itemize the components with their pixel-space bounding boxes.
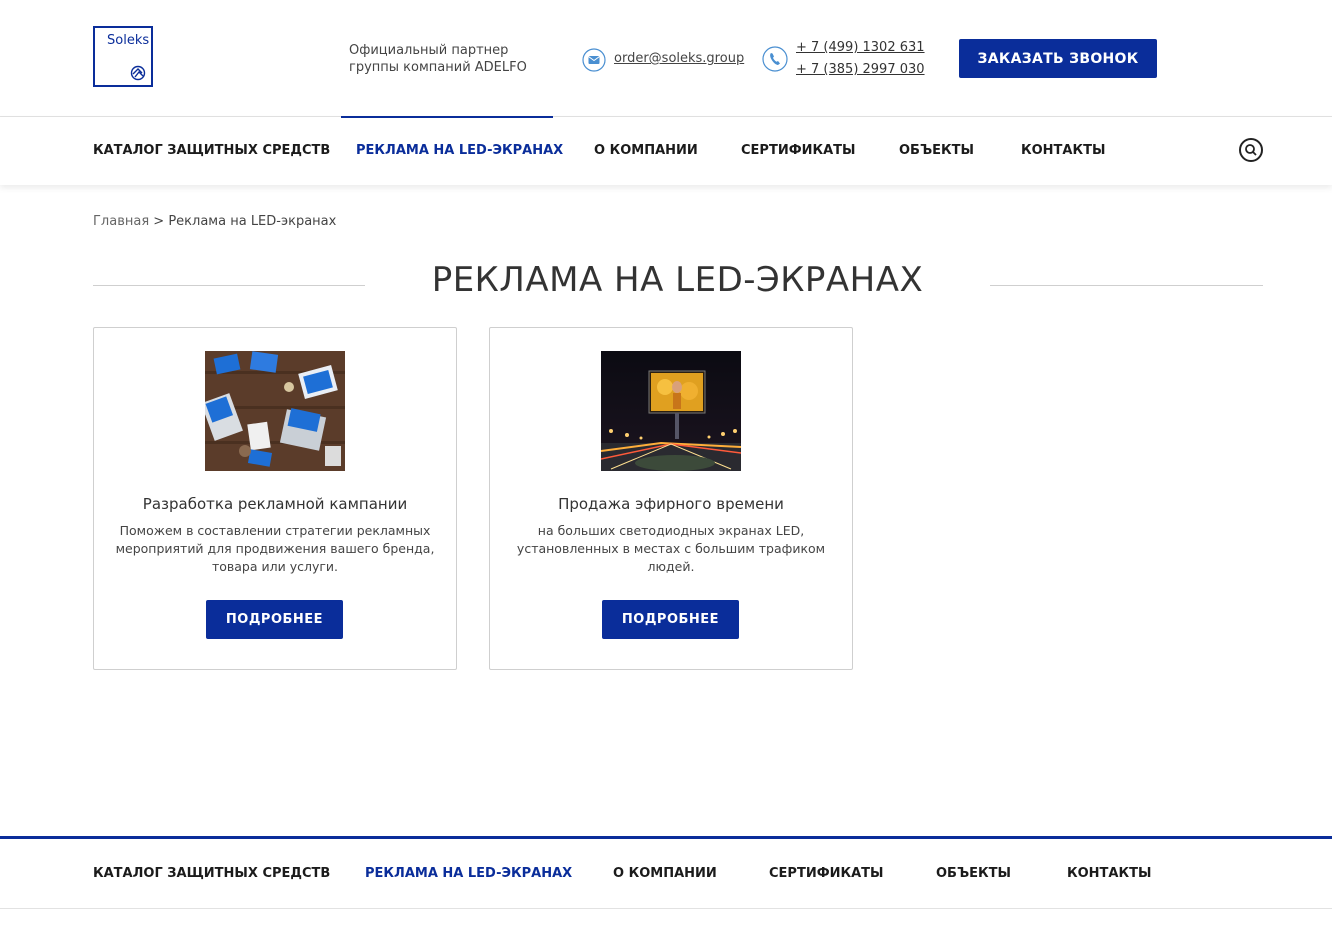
card-image-billboard	[601, 351, 741, 471]
footer-item-led-ads[interactable]: РЕКЛАМА НА LED-ЭКРАНАХ	[365, 866, 572, 881]
site-header: Soleks Официальный партнер группы компан…	[0, 0, 1332, 117]
logo-text: Soleks	[107, 33, 150, 48]
breadcrumb-home[interactable]: Главная	[93, 214, 149, 229]
footer-item-catalog[interactable]: КАТАЛОГ ЗАЩИТНЫХ СРЕДСТВ	[93, 866, 330, 881]
order-callback-button[interactable]: ЗАКАЗАТЬ ЗВОНОК	[959, 39, 1157, 78]
card-description: Поможем в составлении стратегии рекламны…	[115, 523, 435, 574]
phone-link-2[interactable]: + 7 (385) 2997 030	[796, 62, 925, 77]
nav-active-indicator	[341, 116, 553, 118]
card-image-laptops	[205, 351, 345, 471]
title-divider-left	[93, 285, 365, 286]
phone-link-1[interactable]: + 7 (499) 1302 631	[796, 40, 925, 55]
breadcrumb-separator: >	[153, 214, 165, 229]
service-card-airtime: Продажа эфирного времени на больших свет…	[489, 327, 853, 670]
nav-item-catalog[interactable]: КАТАЛОГ ЗАЩИТНЫХ СРЕДСТВ	[93, 143, 330, 158]
card-description: на больших светодиодных экранах LED, уст…	[516, 523, 826, 574]
nav-item-led-ads[interactable]: РЕКЛАМА НА LED-ЭКРАНАХ	[356, 143, 563, 158]
footer-item-certificates[interactable]: СЕРТИФИКАТЫ	[769, 866, 884, 881]
main-nav: КАТАЛОГ ЗАЩИТНЫХ СРЕДСТВ РЕКЛАМА НА LED-…	[0, 116, 1332, 185]
service-card-campaign: Разработка рекламной кампании Поможем в …	[93, 327, 457, 670]
nav-item-contacts[interactable]: КОНТАКТЫ	[1021, 143, 1105, 158]
card-title: Продажа эфирного времени	[558, 495, 784, 513]
nav-item-about[interactable]: О КОМПАНИИ	[594, 143, 698, 158]
breadcrumb: Главная > Реклама на LED-экранах	[93, 214, 336, 229]
page-title: РЕКЛАМА НА LED-ЭКРАНАХ	[431, 260, 924, 300]
partner-note: Официальный партнер группы компаний ADEL…	[349, 42, 527, 76]
logo-mark-icon	[130, 65, 146, 81]
more-button[interactable]: ПОДРОБНЕЕ	[602, 600, 739, 639]
footer-item-contacts[interactable]: КОНТАКТЫ	[1067, 866, 1151, 881]
search-icon	[1245, 144, 1257, 156]
email-link[interactable]: order@soleks.group	[614, 51, 744, 66]
email-icon	[582, 48, 606, 72]
search-button[interactable]	[1239, 138, 1263, 162]
footer-item-objects[interactable]: ОБЪЕКТЫ	[936, 866, 1011, 881]
card-title: Разработка рекламной кампании	[142, 495, 408, 513]
footer-nav: КАТАЛОГ ЗАЩИТНЫХ СРЕДСТВ РЕКЛАМА НА LED-…	[0, 839, 1332, 909]
logo[interactable]: Soleks	[93, 26, 153, 87]
phone-icon	[762, 46, 788, 72]
partner-line-2: группы компаний ADELFO	[349, 60, 527, 75]
breadcrumb-current: Реклама на LED-экранах	[168, 214, 337, 229]
more-button[interactable]: ПОДРОБНЕЕ	[206, 600, 343, 639]
title-divider-right	[990, 285, 1263, 286]
footer-item-about[interactable]: О КОМПАНИИ	[613, 866, 717, 881]
nav-item-certificates[interactable]: СЕРТИФИКАТЫ	[741, 143, 856, 158]
nav-item-objects[interactable]: ОБЪЕКТЫ	[899, 143, 974, 158]
partner-line-1: Официальный партнер	[349, 43, 509, 58]
